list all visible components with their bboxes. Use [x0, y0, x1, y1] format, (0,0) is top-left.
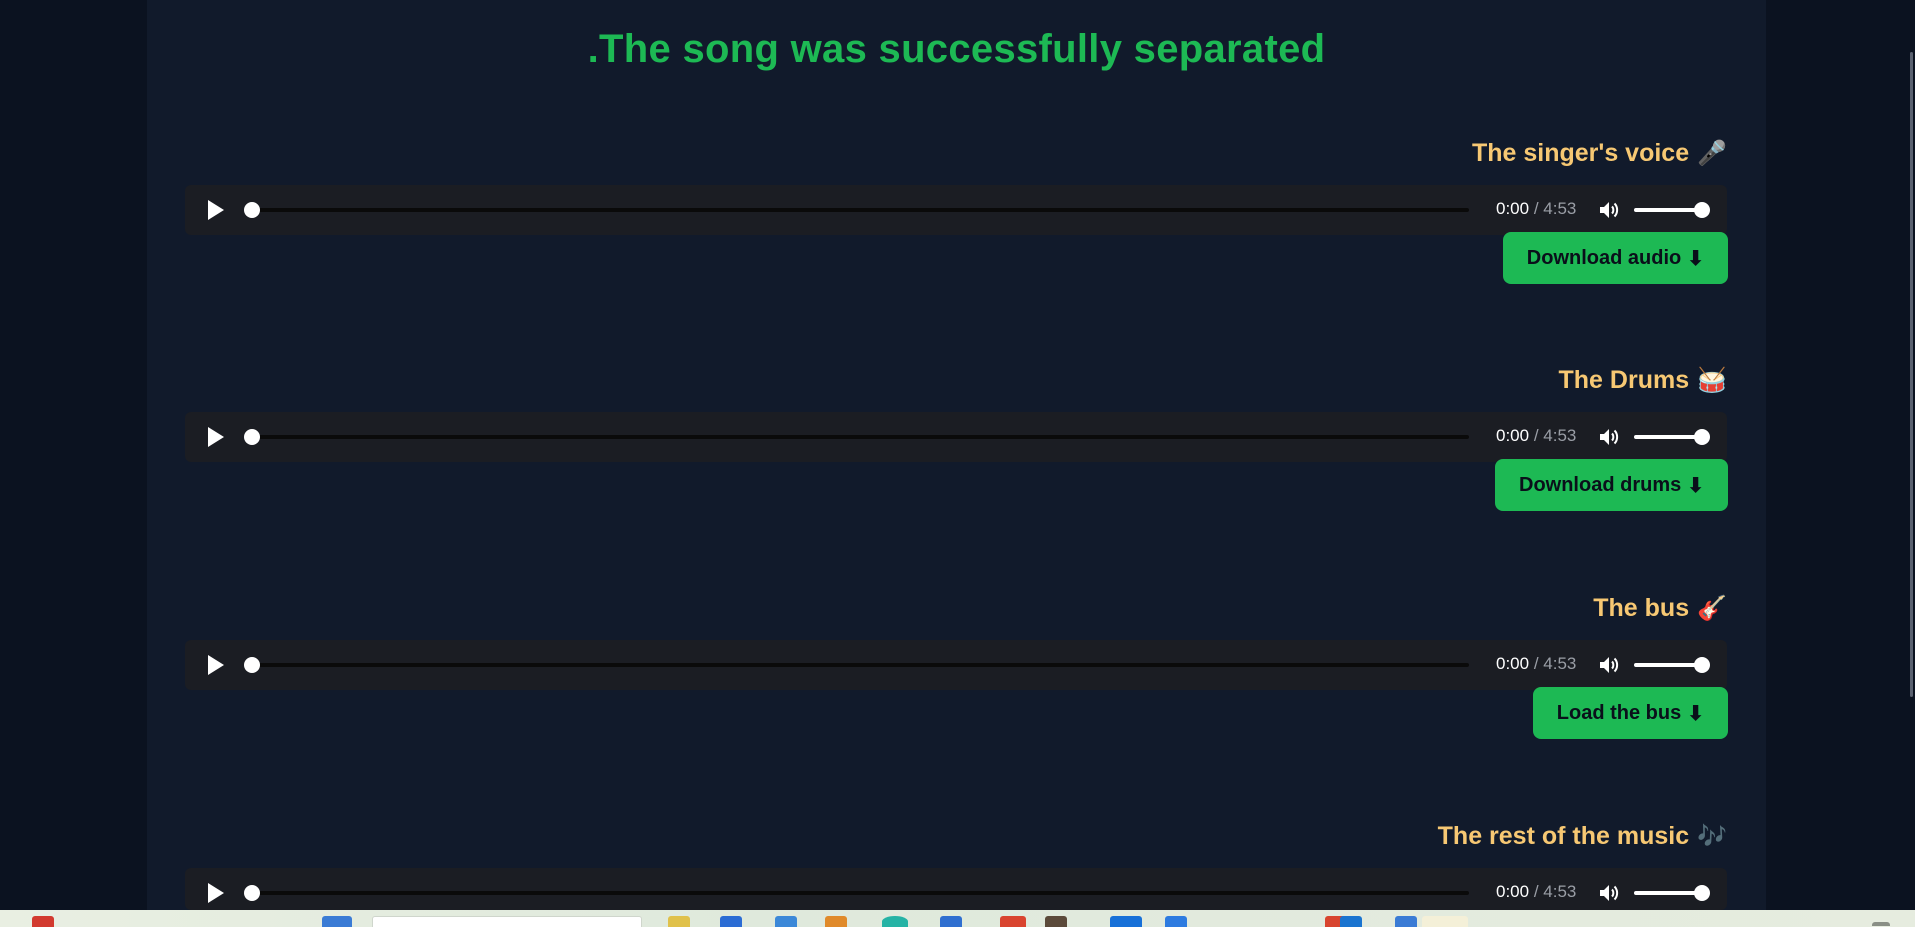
- seek-handle[interactable]: [244, 202, 260, 218]
- microphone-icon: 🎤: [1697, 139, 1727, 167]
- download-arrow-icon: ⬇: [1687, 247, 1704, 270]
- time-display: 0:00 / 4:53: [1496, 882, 1576, 902]
- volume-icon[interactable]: [1599, 200, 1621, 220]
- audio-player: 0:00 / 4:53: [185, 412, 1727, 462]
- seek-handle[interactable]: [244, 429, 260, 445]
- track-title: The rest of the music: [1437, 822, 1690, 850]
- volume-handle[interactable]: [1694, 202, 1710, 218]
- time-separator: /: [1529, 654, 1544, 673]
- app-icon[interactable]: [1422, 916, 1468, 927]
- button-label: Download audio: [1526, 246, 1682, 269]
- app-icon[interactable]: [1110, 916, 1142, 927]
- app-icon[interactable]: [1045, 916, 1067, 927]
- current-time: 0:00: [1496, 426, 1530, 445]
- time-separator: /: [1529, 199, 1544, 218]
- audio-player: 0:00 / 4:53: [185, 640, 1727, 690]
- current-time: 0:00: [1496, 199, 1530, 218]
- app-icon[interactable]: [1000, 916, 1026, 927]
- music-notes-icon: 🎶: [1697, 822, 1727, 850]
- track-heading: The singer's voice 🎤: [1472, 135, 1727, 171]
- app-icon[interactable]: [940, 916, 962, 927]
- duration: 4:53: [1543, 426, 1577, 445]
- seek-handle[interactable]: [244, 657, 260, 673]
- scrollbar[interactable]: [1910, 52, 1913, 697]
- seek-bar[interactable]: [248, 435, 1469, 439]
- seek-bar[interactable]: [248, 208, 1469, 212]
- app-icon[interactable]: [775, 916, 797, 927]
- load-bus-button[interactable]: Load the bus ⬇: [1532, 687, 1728, 739]
- download-audio-button[interactable]: Download audio ⬇: [1502, 232, 1728, 284]
- guitar-icon: 🎸: [1697, 594, 1727, 622]
- search-box[interactable]: [372, 916, 642, 927]
- download-arrow-icon: ⬇: [1687, 702, 1704, 725]
- edge-icon[interactable]: [882, 916, 908, 927]
- start-icon[interactable]: [322, 916, 352, 927]
- track-heading: The Drums 🥁: [1559, 362, 1727, 398]
- seek-bar[interactable]: [248, 663, 1469, 667]
- track-title: The Drums: [1558, 366, 1690, 394]
- time-display: 0:00 / 4:53: [1496, 654, 1576, 674]
- duration: 4:53: [1543, 199, 1577, 218]
- app-icon[interactable]: [1165, 916, 1187, 927]
- app-icon[interactable]: [32, 916, 54, 927]
- duration: 4:53: [1543, 654, 1577, 673]
- app-icon[interactable]: [1395, 916, 1417, 927]
- button-label: Load the bus: [1556, 701, 1682, 724]
- time-separator: /: [1529, 882, 1544, 901]
- volume-handle[interactable]: [1694, 885, 1710, 901]
- track-heading: The rest of the music 🎶: [1438, 818, 1727, 854]
- volume-icon[interactable]: [1599, 427, 1621, 447]
- download-drums-button[interactable]: Download drums ⬇: [1495, 459, 1728, 511]
- button-label: Download drums: [1519, 473, 1682, 496]
- seek-bar[interactable]: [248, 891, 1469, 895]
- page-title: .The song was successfully separated: [587, 27, 1326, 71]
- time-separator: /: [1529, 426, 1544, 445]
- app-icon[interactable]: [825, 916, 847, 927]
- audio-player: 0:00 / 4:53: [185, 185, 1727, 235]
- volume-icon[interactable]: [1599, 655, 1621, 675]
- volume-icon[interactable]: [1599, 883, 1621, 903]
- app-icon[interactable]: [1340, 916, 1362, 927]
- time-display: 0:00 / 4:53: [1496, 199, 1576, 219]
- play-icon[interactable]: [208, 655, 224, 675]
- volume-handle[interactable]: [1694, 429, 1710, 445]
- drum-icon: 🥁: [1697, 366, 1727, 394]
- current-time: 0:00: [1496, 882, 1530, 901]
- play-icon[interactable]: [208, 427, 224, 447]
- wifi-icon[interactable]: [1872, 922, 1890, 926]
- current-time: 0:00: [1496, 654, 1530, 673]
- app-icon[interactable]: [720, 916, 742, 927]
- audio-player: 0:00 / 4:53: [185, 868, 1727, 910]
- volume-handle[interactable]: [1694, 657, 1710, 673]
- duration: 4:53: [1543, 882, 1577, 901]
- download-arrow-icon: ⬇: [1687, 474, 1704, 497]
- play-icon[interactable]: [208, 883, 224, 903]
- track-title: The singer's voice: [1471, 139, 1690, 167]
- taskbar: [0, 910, 1915, 927]
- play-icon[interactable]: [208, 200, 224, 220]
- time-display: 0:00 / 4:53: [1496, 426, 1576, 446]
- track-heading: The bus 🎸: [1593, 590, 1727, 626]
- file-explorer-icon[interactable]: [668, 916, 690, 927]
- seek-handle[interactable]: [244, 885, 260, 901]
- track-title: The bus: [1593, 594, 1690, 622]
